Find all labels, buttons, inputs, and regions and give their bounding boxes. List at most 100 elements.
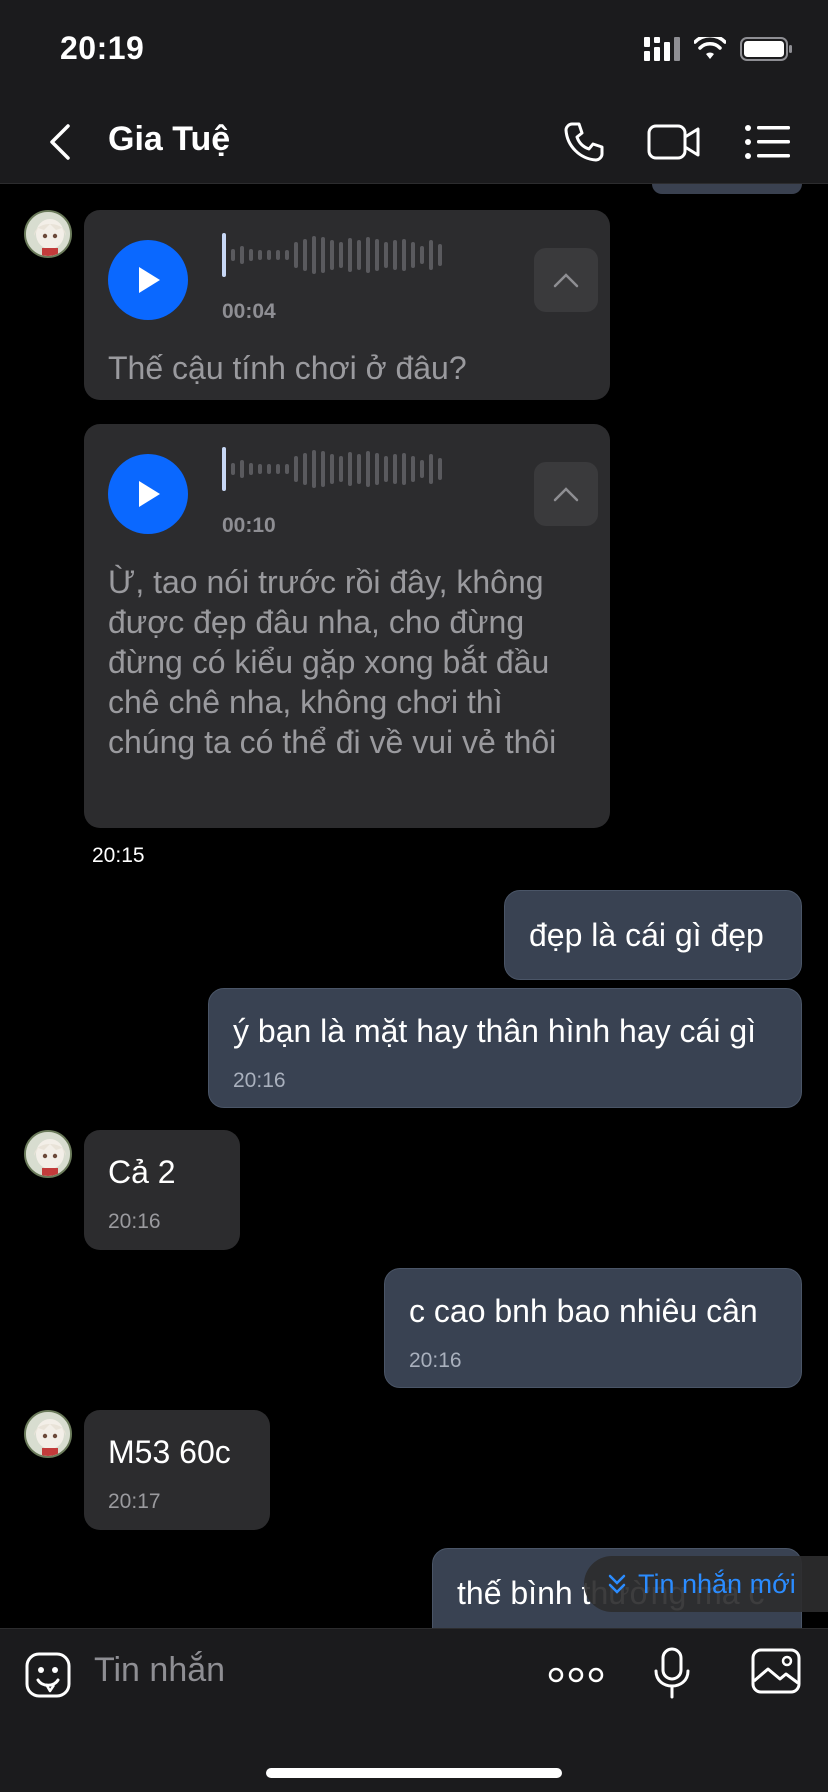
playback-cursor bbox=[222, 233, 226, 277]
waveform-bar bbox=[285, 250, 289, 260]
contact-name[interactable]: Gia Tuệ bbox=[108, 120, 230, 159]
voice-duration: 00:10 bbox=[222, 514, 276, 537]
contact-avatar[interactable] bbox=[24, 1130, 72, 1178]
waveform-bar bbox=[285, 464, 289, 474]
waveform-bar bbox=[339, 456, 343, 482]
home-indicator[interactable] bbox=[266, 1768, 562, 1778]
outgoing-message[interactable]: ý bạn là mặt hay thân hình hay cái gì 20… bbox=[208, 988, 802, 1108]
voice-duration: 00:04 bbox=[222, 300, 276, 323]
video-call-button[interactable] bbox=[646, 116, 702, 168]
waveform-bar bbox=[231, 249, 235, 261]
voice-transcript: Ừ, tao nói trước rồi đây, không được đẹp… bbox=[108, 564, 557, 760]
message-list[interactable]: 00:04 Thế cậu tính chơi ở đâu? 00:10 Ừ, … bbox=[0, 184, 828, 1628]
waveform-bar bbox=[393, 454, 397, 484]
waveform-bar bbox=[438, 458, 442, 480]
waveform-bar bbox=[231, 463, 235, 475]
chevron-left-icon bbox=[50, 124, 70, 160]
waveform-bar bbox=[267, 464, 271, 474]
voice-message[interactable]: 00:04 Thế cậu tính chơi ở đâu? bbox=[84, 210, 610, 400]
photo-button[interactable] bbox=[750, 1647, 802, 1695]
collapse-transcript-button[interactable] bbox=[534, 248, 598, 312]
waveform-bar bbox=[294, 456, 298, 482]
menu-button[interactable] bbox=[740, 116, 796, 168]
new-messages-button[interactable]: Tin nhắn mới bbox=[584, 1556, 828, 1612]
outgoing-message[interactable]: đẹp là cái gì đẹp bbox=[504, 890, 802, 980]
message-text: ý bạn là mặt hay thân hình hay cái gì bbox=[233, 1013, 756, 1049]
waveform-bar bbox=[411, 456, 415, 482]
incoming-message[interactable]: M53 60c 20:17 bbox=[84, 1410, 270, 1530]
avatar-image bbox=[26, 1132, 70, 1176]
sticker-icon bbox=[25, 1652, 71, 1698]
status-bar: 20:19 bbox=[0, 0, 828, 100]
waveform-bar bbox=[294, 242, 298, 268]
previous-bubble-edge bbox=[652, 184, 802, 194]
waveform-bar bbox=[429, 240, 433, 270]
play-button[interactable] bbox=[108, 240, 188, 320]
waveform-bar bbox=[276, 250, 280, 260]
waveform-bar bbox=[258, 464, 262, 474]
contact-avatar[interactable] bbox=[24, 1410, 72, 1458]
waveform-bar bbox=[384, 456, 388, 482]
waveform-bar bbox=[402, 453, 406, 485]
wifi-icon bbox=[694, 37, 726, 59]
waveform-bar bbox=[258, 250, 262, 260]
message-text: c cao bnh bao nhiêu cân bbox=[409, 1293, 758, 1329]
waveform-bar bbox=[384, 242, 388, 268]
status-time: 20:19 bbox=[60, 30, 145, 66]
avatar-image bbox=[26, 212, 70, 256]
list-icon bbox=[745, 125, 790, 159]
message-time: 20:17 bbox=[108, 1490, 161, 1513]
playback-cursor bbox=[222, 447, 226, 491]
voice-record-button[interactable] bbox=[652, 1645, 692, 1701]
waveform-bar bbox=[366, 237, 370, 273]
waveform-bar bbox=[357, 240, 361, 270]
message-text: Cả 2 bbox=[108, 1154, 176, 1190]
waveform[interactable] bbox=[222, 230, 442, 280]
waveform-bar bbox=[420, 246, 424, 264]
waveform-bar bbox=[438, 244, 442, 266]
phone-icon bbox=[564, 122, 604, 162]
contact-avatar[interactable] bbox=[24, 210, 72, 258]
back-button[interactable] bbox=[40, 120, 84, 164]
waveform-bar bbox=[393, 240, 397, 270]
message-text: M53 60c bbox=[108, 1434, 231, 1470]
waveform-bar bbox=[429, 454, 433, 484]
double-chevron-down-icon bbox=[608, 1574, 626, 1594]
status-icons bbox=[644, 36, 794, 62]
outgoing-message[interactable]: c cao bnh bao nhiêu cân 20:16 bbox=[384, 1268, 802, 1388]
waveform-bar bbox=[240, 460, 244, 478]
ellipsis-icon bbox=[548, 1667, 604, 1683]
message-composer: Tin nhắn bbox=[0, 1628, 828, 1792]
play-icon bbox=[139, 481, 160, 507]
time-separator: 20:15 bbox=[84, 840, 153, 872]
waveform-bar bbox=[321, 451, 325, 487]
waveform-bar bbox=[420, 460, 424, 478]
chevron-up-icon bbox=[553, 487, 579, 502]
waveform-bar bbox=[366, 451, 370, 487]
message-time: 20:16 bbox=[233, 1069, 286, 1092]
image-icon bbox=[751, 1648, 801, 1694]
waveform[interactable] bbox=[222, 444, 442, 494]
incoming-message[interactable]: Cả 2 20:16 bbox=[84, 1130, 240, 1250]
waveform-bar bbox=[375, 239, 379, 271]
new-messages-label: Tin nhắn mới bbox=[638, 1568, 796, 1599]
voice-message[interactable]: 00:10 Ừ, tao nói trước rồi đây, không đư… bbox=[84, 424, 610, 828]
waveform-bar bbox=[303, 239, 307, 271]
chat-header: Gia Tuệ bbox=[0, 100, 828, 184]
chevron-up-icon bbox=[553, 273, 579, 288]
waveform-bar bbox=[411, 242, 415, 268]
waveform-bar bbox=[375, 453, 379, 485]
waveform-bar bbox=[330, 454, 334, 484]
waveform-bar bbox=[249, 463, 253, 475]
battery-icon bbox=[740, 37, 792, 61]
waveform-bar bbox=[312, 450, 316, 488]
message-input[interactable]: Tin nhắn bbox=[94, 1651, 225, 1690]
more-options-button[interactable] bbox=[548, 1651, 604, 1699]
signal-icon bbox=[644, 37, 680, 61]
sticker-button[interactable] bbox=[24, 1651, 72, 1699]
play-button[interactable] bbox=[108, 454, 188, 534]
voice-call-button[interactable] bbox=[556, 116, 612, 168]
collapse-transcript-button[interactable] bbox=[534, 462, 598, 526]
waveform-bar bbox=[267, 250, 271, 260]
waveform-bar bbox=[321, 237, 325, 273]
